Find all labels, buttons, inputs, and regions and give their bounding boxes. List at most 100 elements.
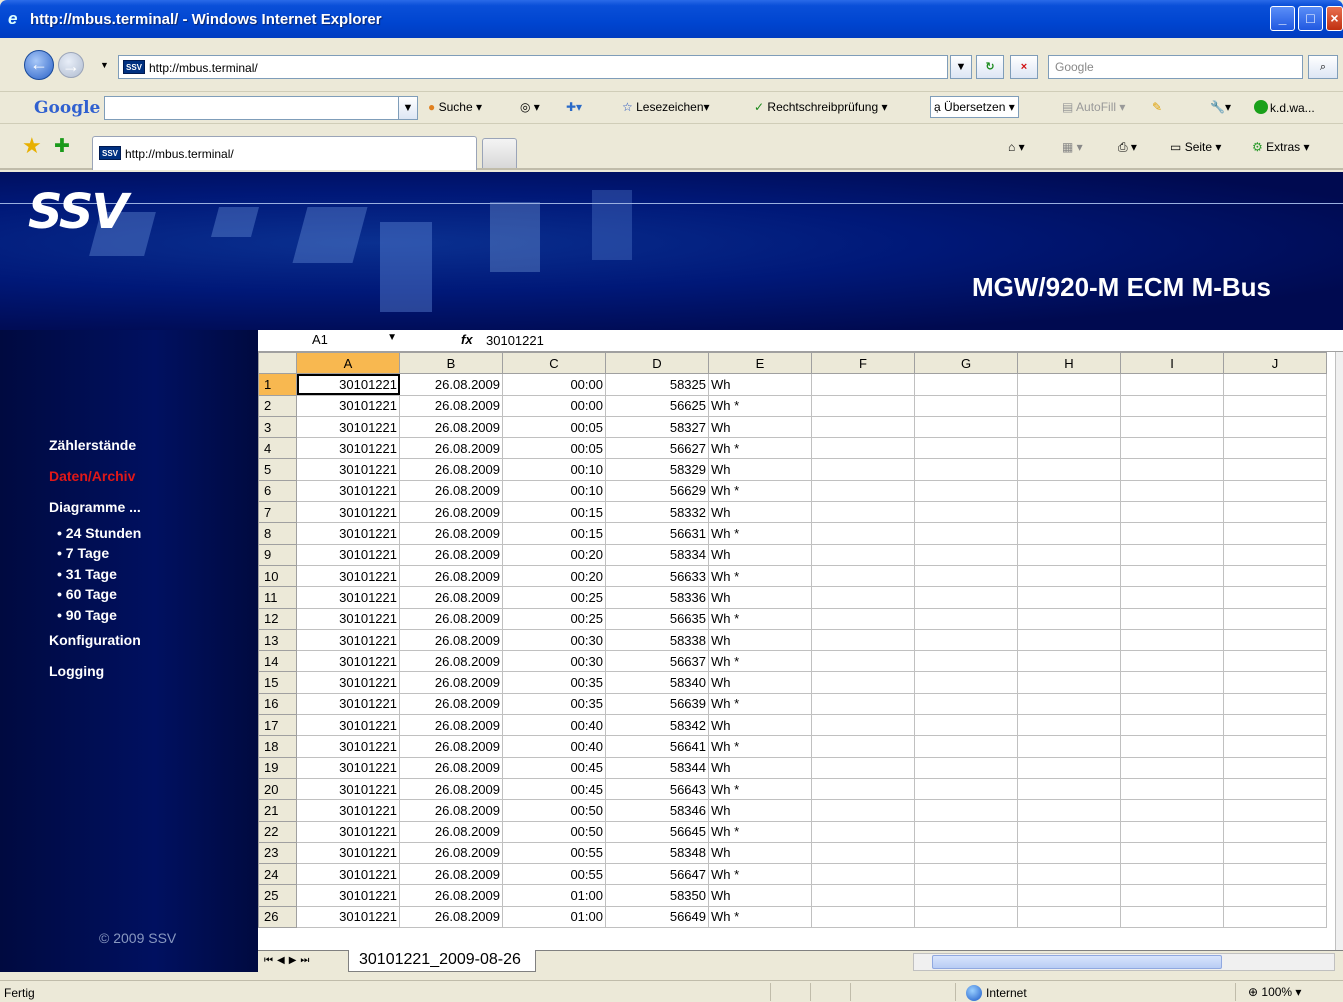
cell[interactable]: 00:45 [502,756,606,779]
cell[interactable] [1017,628,1121,652]
cell[interactable] [914,799,1018,822]
cell[interactable]: 26.08.2009 [399,884,503,907]
cell[interactable]: 00:00 [502,373,606,396]
row-header[interactable]: 16 [258,692,297,716]
cell[interactable]: 00:40 [502,735,606,758]
row-header[interactable]: 20 [258,777,297,801]
cell[interactable] [914,607,1018,630]
cell[interactable] [914,415,1018,439]
cell[interactable] [811,501,915,524]
cell[interactable] [1017,735,1121,758]
cell[interactable]: 26.08.2009 [399,607,503,630]
cell[interactable]: 30101221 [296,458,400,481]
cell[interactable] [811,458,915,481]
cell[interactable]: 56629 [605,479,709,503]
row-header[interactable]: 6 [258,479,297,503]
settings-icon[interactable]: 🔧▾ [1210,100,1231,114]
row-header[interactable]: 8 [258,522,297,545]
row-header[interactable]: 25 [258,884,297,907]
cell[interactable]: 26.08.2009 [399,692,503,716]
cell[interactable] [1120,841,1224,865]
cell[interactable] [1017,671,1121,694]
cell[interactable]: 00:00 [502,394,606,417]
cell[interactable]: 30101221 [296,415,400,439]
cell[interactable]: 00:15 [502,522,606,545]
sheet-nav-arrows[interactable]: ⏮◀▶⏭ [264,955,313,966]
cell[interactable] [1017,884,1121,907]
cell[interactable]: Wh [708,458,812,481]
cell[interactable] [1120,650,1224,673]
row-header[interactable]: 11 [258,586,297,609]
cell[interactable] [811,692,915,716]
cell[interactable]: 00:45 [502,777,606,801]
security-zone[interactable]: Internet [966,985,1027,1001]
cell[interactable] [1120,820,1224,843]
row-header[interactable]: 23 [258,841,297,865]
print-icon[interactable]: ⎙ ▾ [1118,140,1137,155]
cell[interactable] [1223,777,1327,801]
cell[interactable]: 58348 [605,841,709,865]
cell[interactable] [914,522,1018,545]
cell[interactable] [1223,820,1327,843]
cell[interactable] [1223,692,1327,716]
cell[interactable]: 26.08.2009 [399,415,503,439]
sidebar-item-logging[interactable]: Logging [49,663,104,679]
cell[interactable] [1223,628,1327,652]
cell[interactable] [914,671,1018,694]
cell[interactable]: 26.08.2009 [399,841,503,865]
cell[interactable] [1120,671,1224,694]
cell[interactable]: 26.08.2009 [399,373,503,396]
cell[interactable] [914,564,1018,588]
cell[interactable]: Wh [708,373,812,396]
row-header[interactable]: 18 [258,735,297,758]
cell[interactable] [914,905,1018,929]
vertical-scrollbar[interactable] [1335,352,1343,950]
cell[interactable] [811,863,915,886]
cell[interactable]: 30101221 [296,884,400,907]
cell[interactable]: 58336 [605,586,709,609]
sidebar-item-24-stunden[interactable]: • 24 Stunden [57,525,141,541]
column-header[interactable]: B [399,351,503,375]
cell[interactable] [1017,458,1121,481]
cell[interactable]: Wh * [708,564,812,588]
google-search-input[interactable] [104,96,416,120]
cell[interactable]: Wh * [708,522,812,545]
cell[interactable] [914,841,1018,865]
cell[interactable]: 56641 [605,735,709,758]
cell[interactable]: 00:10 [502,458,606,481]
cell[interactable]: 00:15 [502,501,606,524]
column-header[interactable]: G [914,351,1018,375]
row-header[interactable]: 12 [258,607,297,630]
cell[interactable]: Wh [708,543,812,566]
cell[interactable]: Wh * [708,650,812,673]
cell[interactable] [1120,586,1224,609]
cell[interactable] [1017,777,1121,801]
cell[interactable] [914,373,1018,396]
column-header[interactable]: I [1120,351,1224,375]
cell[interactable]: 00:30 [502,650,606,673]
row-header[interactable]: 19 [258,756,297,779]
cell[interactable] [1223,905,1327,929]
tools-menu[interactable]: ⚙ Extras ▾ [1252,140,1309,154]
grid-corner[interactable] [258,351,297,375]
cell[interactable] [1017,820,1121,843]
cell[interactable] [1223,415,1327,439]
cell[interactable]: 00:50 [502,799,606,822]
column-header[interactable]: E [708,351,812,375]
back-button[interactable]: ← [24,50,54,80]
cell[interactable]: 00:35 [502,671,606,694]
cell[interactable]: 56639 [605,692,709,716]
cell[interactable]: 56631 [605,522,709,545]
cell[interactable] [811,564,915,588]
google-search-button[interactable]: ● Suche ▾ [428,100,482,114]
cell[interactable] [811,841,915,865]
cell[interactable]: 30101221 [296,479,400,503]
cell[interactable] [811,437,915,460]
cell[interactable] [1120,607,1224,630]
cell[interactable]: 30101221 [296,905,400,929]
cell[interactable] [811,671,915,694]
cell[interactable]: 56649 [605,905,709,929]
column-header[interactable]: F [811,351,915,375]
sheet-tab[interactable]: 30101221_2009-08-26 [348,950,536,972]
row-header[interactable]: 24 [258,863,297,886]
